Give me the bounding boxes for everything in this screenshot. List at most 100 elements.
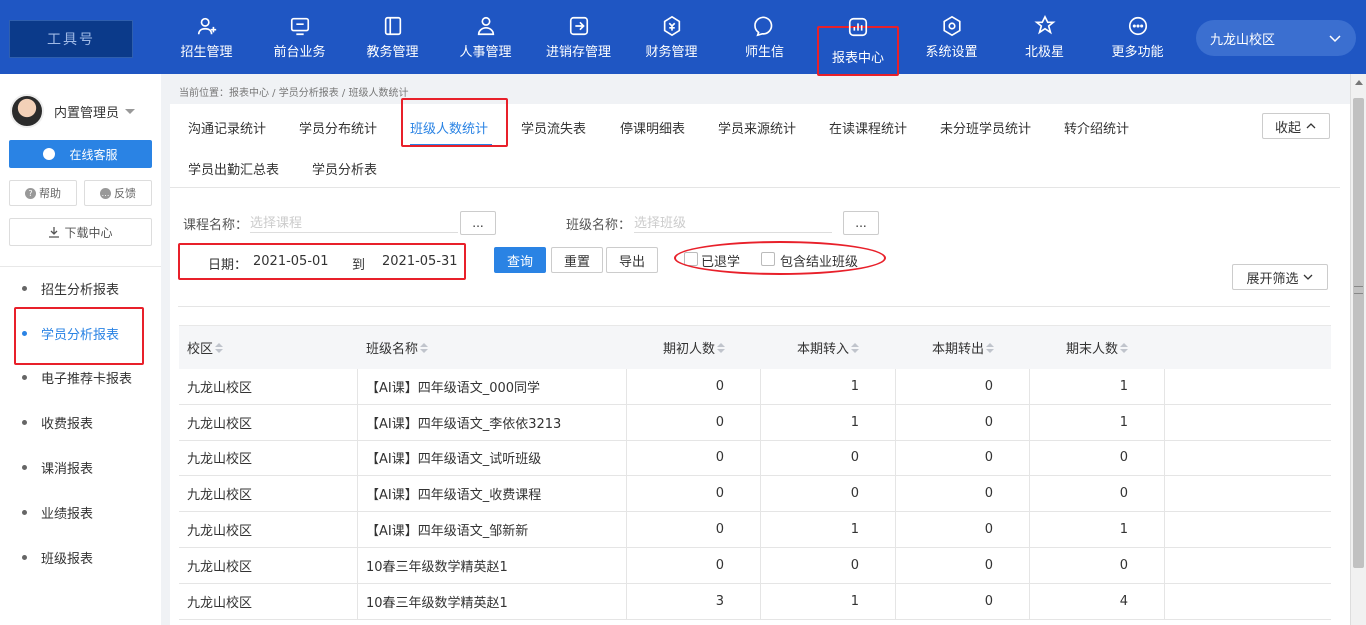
- sort-icon[interactable]: [1120, 342, 1129, 353]
- table-row[interactable]: 九龙山校区 【AI课】四年级语文_000同学 0 1 0 1: [179, 369, 1331, 405]
- tab-suspension-detail[interactable]: 停课明细表: [620, 118, 685, 137]
- sidebar-item-label: 招生分析报表: [41, 282, 120, 298]
- nav-item-admissions[interactable]: 招生管理: [160, 0, 253, 74]
- class-picker-button[interactable]: ...: [843, 211, 879, 235]
- course-placeholder: 选择课程: [250, 216, 303, 231]
- course-input[interactable]: 选择课程: [250, 211, 458, 233]
- sort-icon[interactable]: [717, 342, 725, 353]
- nav-item-finance[interactable]: 财务管理: [625, 0, 718, 74]
- highlight-ellipse: [674, 241, 886, 275]
- cell-start-count: 3: [627, 583, 761, 619]
- cell-start-count: 0: [627, 476, 761, 512]
- tab-unassigned-stats[interactable]: 未分班学员统计: [940, 118, 1031, 137]
- brand-logo[interactable]: 工具号: [9, 20, 133, 58]
- cell-campus: 九龙山校区: [179, 476, 358, 512]
- tab-student-analysis[interactable]: 学员分析表: [312, 159, 377, 178]
- help-row: ? 帮助 … 反馈: [9, 180, 152, 206]
- sidebar-item-referral-card-report[interactable]: 电子推荐卡报表: [0, 356, 161, 401]
- nav-label: 人事管理: [459, 44, 512, 60]
- tab-communication-stats[interactable]: 沟通记录统计: [188, 118, 266, 137]
- course-picker-button[interactable]: ...: [460, 211, 496, 235]
- nav-item-reports[interactable]: 报表中心: [817, 17, 899, 76]
- online-service-button[interactable]: 在线客服: [9, 140, 152, 168]
- sidebar-item-admission-report[interactable]: 招生分析报表: [0, 266, 161, 311]
- sort-icon[interactable]: [986, 342, 994, 353]
- tab-distribution-stats[interactable]: 学员分布统计: [299, 118, 377, 137]
- download-label: 下载中心: [64, 225, 113, 240]
- tabs-divider: [170, 187, 1340, 188]
- campus-select[interactable]: 九龙山校区: [1196, 20, 1356, 56]
- cell-transfer-in: 0: [761, 476, 896, 512]
- sort-icon[interactable]: [215, 342, 224, 353]
- cell-class-name: 【AI课】四年级语文_李依依3213: [358, 404, 627, 440]
- tab-churn[interactable]: 学员流失表: [521, 118, 586, 137]
- tab-enrolled-course-stats[interactable]: 在读课程统计: [829, 118, 907, 137]
- nav-item-inventory[interactable]: 进销存管理: [532, 0, 625, 74]
- table-row[interactable]: 九龙山校区 10春三年级数学精英赵1 3 1 0 4: [179, 583, 1331, 620]
- cell-transfer-in: 1: [761, 512, 896, 547]
- nav-item-hr[interactable]: 人事管理: [439, 0, 532, 74]
- table-row[interactable]: 九龙山校区 【AI课】四年级语文_收费课程 0 0 0 0: [179, 476, 1331, 513]
- download-icon: [49, 227, 60, 238]
- export-button[interactable]: 导出: [606, 247, 658, 273]
- header-transfer-in[interactable]: 本期转入: [761, 326, 896, 369]
- cell-class-name: 【AI课】四年级语文_收费课程: [358, 476, 627, 512]
- sidebar-item-consumption-report[interactable]: 课消报表: [0, 445, 161, 490]
- cell-empty: [1165, 584, 1331, 619]
- sidebar-item-class-report[interactable]: 班级报表: [0, 535, 161, 580]
- header-campus[interactable]: 校区: [179, 326, 358, 369]
- more-icon: [1128, 16, 1147, 35]
- header-label: 期初人数: [663, 342, 716, 357]
- header-label: 期末人数: [1066, 342, 1119, 357]
- tab-referral-stats[interactable]: 转介绍统计: [1064, 118, 1129, 137]
- cell-transfer-out: 0: [896, 583, 1030, 619]
- table-row[interactable]: 九龙山校区 10春三年级数学精英赵1 0 0 0 0: [179, 547, 1331, 584]
- tab-attendance-summary[interactable]: 学员出勤汇总表: [188, 159, 279, 178]
- feedback-button[interactable]: … 反馈: [84, 180, 152, 206]
- sort-icon[interactable]: [851, 342, 860, 353]
- nav-item-polaris[interactable]: 北极星: [998, 0, 1091, 74]
- query-button[interactable]: 查询: [494, 247, 546, 273]
- cell-end-count: 1: [1030, 404, 1165, 440]
- download-center-button[interactable]: 下载中心: [9, 218, 152, 246]
- sidebar-item-student-report[interactable]: 学员分析报表: [0, 306, 161, 365]
- table-row[interactable]: 九龙山校区 【AI课】四年级语文_李依依3213 0 1 0 1: [179, 404, 1331, 441]
- date-to-input[interactable]: 2021-05-31: [382, 254, 458, 269]
- cell-campus: 九龙山校区: [179, 369, 358, 404]
- collapse-button[interactable]: 收起: [1262, 113, 1330, 139]
- nav-label: 招生管理: [180, 44, 233, 60]
- sort-icon[interactable]: [420, 342, 429, 353]
- header-start-count[interactable]: 期初人数: [627, 326, 761, 369]
- nav-item-academic[interactable]: 教务管理: [346, 0, 439, 74]
- header-class-name[interactable]: 班级名称: [358, 326, 627, 369]
- date-from-input[interactable]: 2021-05-01: [253, 254, 329, 269]
- nav-item-messages[interactable]: 师生信: [718, 0, 811, 74]
- nav-item-more[interactable]: 更多功能: [1091, 0, 1184, 74]
- header-end-count[interactable]: 期末人数: [1030, 326, 1165, 369]
- expand-filter-button[interactable]: 展开筛选: [1232, 264, 1328, 290]
- collapse-label: 收起: [1274, 120, 1301, 136]
- help-label: 帮助: [39, 187, 61, 200]
- class-input[interactable]: 选择班级: [634, 211, 832, 233]
- cell-class-name: 10春三年级数学精英赵1: [358, 583, 627, 619]
- user-menu[interactable]: 内置管理员: [10, 94, 136, 128]
- scroll-up-arrow-icon[interactable]: [1355, 80, 1363, 85]
- main-panel: 沟通记录统计 学员分布统计 班级人数统计 学员流失表 停课明细表 学员来源统计 …: [170, 98, 1350, 625]
- header-transfer-out[interactable]: 本期转出: [896, 326, 1030, 369]
- help-button[interactable]: ? 帮助: [9, 180, 77, 206]
- tab-source-stats[interactable]: 学员来源统计: [718, 118, 796, 137]
- nav-item-front-desk[interactable]: 前台业务: [253, 0, 346, 74]
- sidebar-item-fee-report[interactable]: 收费报表: [0, 400, 161, 445]
- chevron-up-icon: [1306, 123, 1316, 129]
- header-label: 班级名称: [366, 342, 419, 357]
- nav-item-settings[interactable]: 系统设置: [905, 0, 998, 74]
- cell-transfer-out: 0: [896, 404, 1030, 440]
- reset-button[interactable]: 重置: [551, 247, 603, 273]
- bullet: [22, 420, 27, 426]
- page-scrollbar[interactable]: [1350, 74, 1366, 625]
- table-row[interactable]: 九龙山校区 【AI课】四年级语文_邹新新 0 1 0 1: [179, 512, 1331, 548]
- sidebar-item-performance-report[interactable]: 业绩报表: [0, 490, 161, 535]
- scroll-thumb[interactable]: [1353, 98, 1364, 568]
- table-row[interactable]: 九龙山校区 【AI课】四年级语文_试听班级 0 0 0 0: [179, 440, 1331, 477]
- headcount-table: 校区 班级名称 期初人数 本期转入 本期转出 期末人数 九龙山校区 【AI课】四…: [179, 325, 1331, 620]
